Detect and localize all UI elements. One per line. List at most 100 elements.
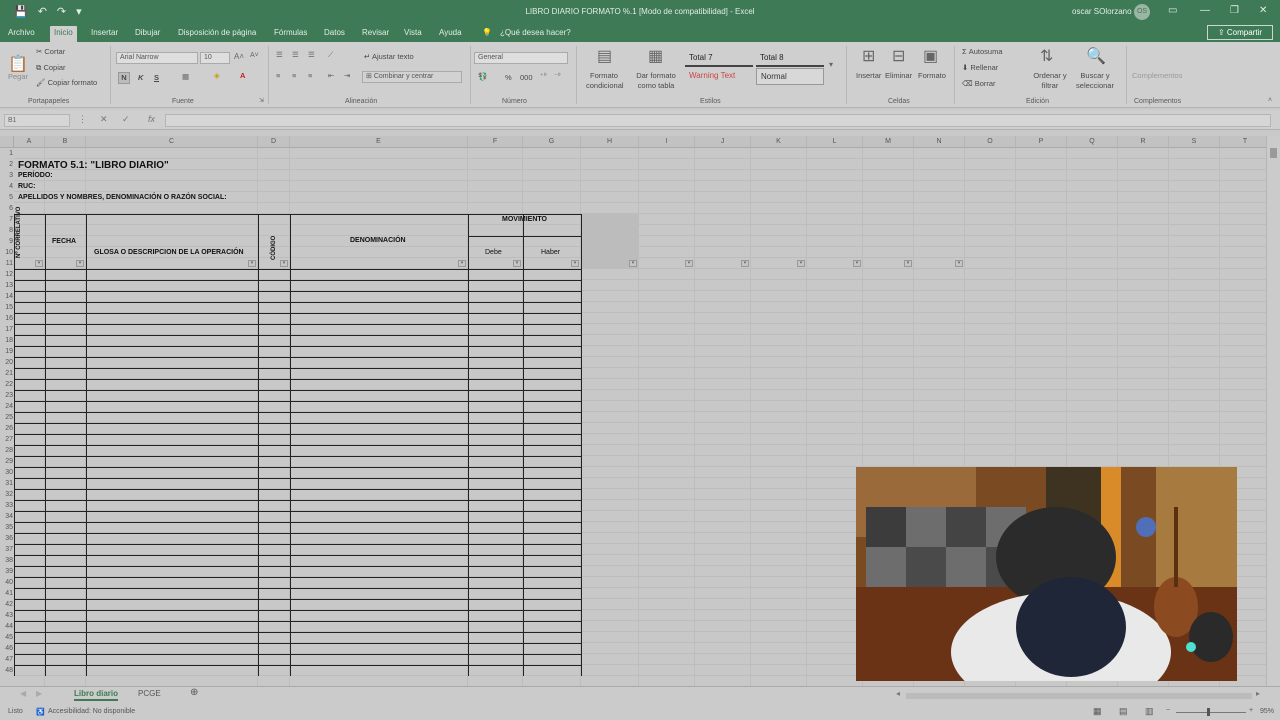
format-as-table-icon[interactable]: ▦ [648,46,663,66]
styles-more-icon[interactable]: ▾ [829,60,833,69]
font-color-icon[interactable]: A [240,71,245,80]
filter-dropdown-icon[interactable]: ▾ [571,260,579,267]
tab-dibujar[interactable]: Dibujar [135,28,160,37]
column-header[interactable]: K [751,136,807,148]
tab-ayuda[interactable]: Ayuda [439,28,462,37]
row-header[interactable]: 29 [0,456,14,467]
row-header[interactable]: 12 [0,269,14,280]
row-header[interactable]: 38 [0,555,14,566]
merge-center-button[interactable]: ⊞ Combinar y centrar [362,71,462,83]
close-icon[interactable]: ✕ [1259,5,1267,16]
row-header[interactable]: 34 [0,511,14,522]
row-header[interactable]: 30 [0,467,14,478]
tab-libro-diario[interactable]: Libro diario [74,689,118,701]
filter-dropdown-icon[interactable]: ▾ [280,260,288,267]
row-header[interactable]: 33 [0,500,14,511]
column-header[interactable]: N [914,136,965,148]
row-header[interactable]: 9 [0,236,14,247]
row-header[interactable]: 6 [0,203,14,214]
number-format-select[interactable]: General [474,52,568,64]
paste-button[interactable]: Pegar [8,72,28,81]
filter-dropdown-icon[interactable]: ▾ [955,260,963,267]
filter-dropdown-icon[interactable]: ▾ [76,260,84,267]
filter-dropdown-icon[interactable]: ▾ [35,260,43,267]
tab-disposicion[interactable]: Disposición de página [178,28,256,37]
avatar[interactable]: OS [1134,4,1150,20]
normal-view-icon[interactable]: ▦ [1093,706,1102,717]
row-header[interactable]: 43 [0,610,14,621]
row-header[interactable]: 47 [0,654,14,665]
fill-color-icon[interactable]: ◈ [214,71,220,80]
tab-pcge[interactable]: PCGE [138,689,161,698]
column-header[interactable]: I [639,136,695,148]
italic-button[interactable]: K [138,73,143,82]
cut-button[interactable]: ✂ Cortar [36,47,65,56]
align-left-icon[interactable]: ≡ [276,71,280,80]
currency-icon[interactable]: 💱 [478,72,487,81]
row-header[interactable]: 21 [0,368,14,379]
column-header[interactable]: D [258,136,290,148]
page-break-icon[interactable]: ▥ [1145,706,1154,717]
row-header[interactable]: 22 [0,379,14,390]
delete-cells-button[interactable]: Eliminar [885,71,912,80]
underline-button[interactable]: S [154,73,159,82]
column-header[interactable]: H [581,136,639,148]
user-name[interactable]: oscar SOlorzano [1072,7,1132,16]
style-total7[interactable]: Total 7 [685,50,753,67]
align-right-icon[interactable]: ≡ [308,71,312,80]
font-name-select[interactable]: Arial Narrow [116,52,198,64]
format-cells-icon[interactable]: ▣ [923,46,938,66]
row-header[interactable]: 7 [0,214,14,225]
addins-button[interactable]: Complementos [1132,71,1182,80]
name-box[interactable]: B1 [4,114,70,127]
row-header[interactable]: 23 [0,390,14,401]
increase-indent-icon[interactable]: ⇥ [344,71,350,80]
style-normal[interactable]: Normal [756,68,824,85]
column-header[interactable]: G [523,136,581,148]
horizontal-scrollbar[interactable] [906,693,1252,699]
insert-function-button[interactable]: fx [148,114,155,124]
filter-dropdown-icon[interactable]: ▾ [513,260,521,267]
bold-button[interactable]: N [118,72,130,84]
column-header[interactable]: E [290,136,468,148]
filter-dropdown-icon[interactable]: ▾ [904,260,912,267]
row-header[interactable]: 3 [0,170,14,181]
find-icon[interactable]: 🔍 [1086,46,1106,66]
conditional-format-button[interactable]: Formato condicional [586,71,624,91]
column-header[interactable]: O [965,136,1016,148]
row-header[interactable]: 17 [0,324,14,335]
row-header[interactable]: 45 [0,632,14,643]
row-header[interactable]: 44 [0,621,14,632]
find-select-button[interactable]: Buscar y seleccionar [1070,71,1120,91]
format-painter-button[interactable]: 🖌 Copiar formato [36,78,97,87]
wrap-text-button[interactable]: ↵ Ajustar texto [364,52,414,61]
scroll-thumb[interactable] [1270,148,1277,158]
row-header[interactable]: 26 [0,423,14,434]
column-header[interactable]: Q [1067,136,1118,148]
decrease-indent-icon[interactable]: ⇤ [328,71,334,80]
tab-archivo[interactable]: Archivo [8,28,35,37]
zoom-thumb[interactable] [1207,708,1210,716]
align-bottom-icon[interactable]: ☰ [308,50,315,59]
column-header[interactable]: L [807,136,863,148]
format-as-table-button[interactable]: Dar formato como tabla [630,71,682,91]
row-header[interactable]: 5 [0,192,14,203]
column-header[interactable]: B [45,136,86,148]
filter-dropdown-icon[interactable]: ▾ [458,260,466,267]
row-header[interactable]: 1 [0,148,14,159]
row-header[interactable]: 27 [0,434,14,445]
thousands-button[interactable]: 000 [520,73,533,82]
tab-datos[interactable]: Datos [324,28,345,37]
row-header[interactable]: 14 [0,291,14,302]
hscroll-right-icon[interactable]: ▸ [1256,689,1260,698]
filter-dropdown-icon[interactable]: ▾ [685,260,693,267]
tell-me-search[interactable]: ¿Qué desea hacer? [500,28,571,37]
insert-cells-icon[interactable]: ⊞ [862,46,875,66]
zoom-level[interactable]: 95% [1260,708,1274,715]
fill-button[interactable]: ⬇ Rellenar [962,63,998,72]
column-header[interactable]: C [86,136,258,148]
filter-dropdown-icon[interactable]: ▾ [741,260,749,267]
row-header[interactable]: 35 [0,522,14,533]
column-header[interactable]: T [1220,136,1266,148]
accessibility-status[interactable]: Accesibilidad: No disponible [48,708,135,715]
